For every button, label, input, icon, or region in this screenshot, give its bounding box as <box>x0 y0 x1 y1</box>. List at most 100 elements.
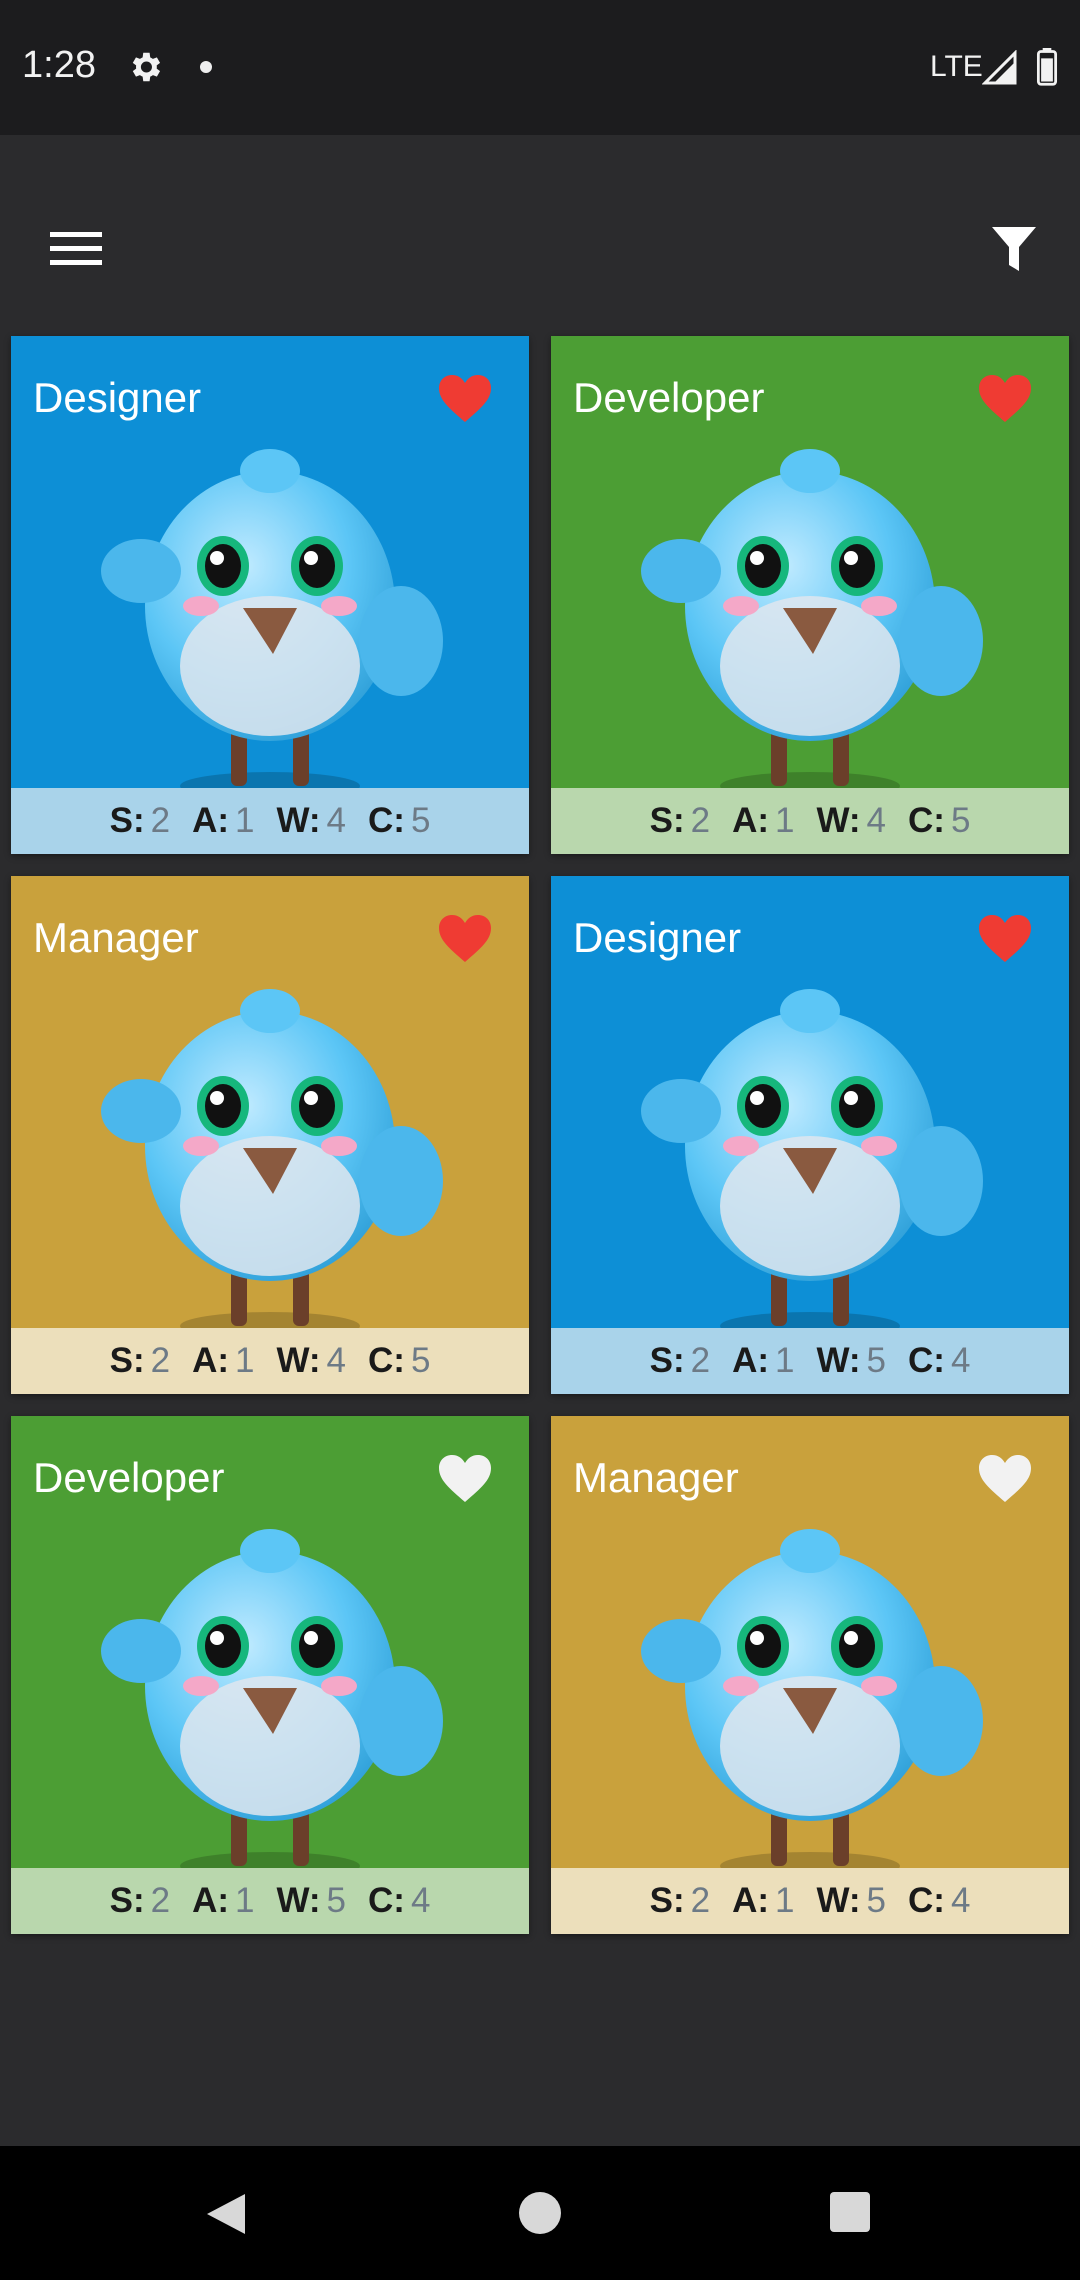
stat-item: W: 5 <box>816 1881 886 1921</box>
stat-label: C: <box>368 801 405 840</box>
stat-label: A: <box>192 1341 229 1380</box>
stat-label: A: <box>732 801 769 840</box>
network-type: LTE <box>930 50 983 83</box>
stat-item: S: 2 <box>110 1881 170 1921</box>
stat-item: S: 2 <box>650 1881 710 1921</box>
character-card[interactable]: Designer S: 2 A: 1 W: 5 C: 4 <box>551 876 1069 1394</box>
stat-label: W: <box>276 801 321 840</box>
character-grid: Designer S: 2 A: 1 W: 4 C: 5 Developer S: 2 A: 1 W:… <box>11 336 1069 1934</box>
stat-item: C: 5 <box>908 801 970 841</box>
signal-icon <box>982 50 1017 85</box>
favorite-heart-icon[interactable] <box>437 1454 493 1504</box>
character-card[interactable]: Designer S: 2 A: 1 W: 4 C: 5 <box>11 336 529 854</box>
stat-value: 2 <box>690 801 711 840</box>
favorite-heart-icon[interactable] <box>437 914 493 964</box>
menu-icon[interactable] <box>50 230 102 268</box>
filter-icon[interactable] <box>990 225 1038 275</box>
stat-label: W: <box>816 801 861 840</box>
character-card[interactable]: Developer S: 2 A: 1 W: 4 C: 5 <box>551 336 1069 854</box>
stat-item: A: 1 <box>192 1341 254 1381</box>
card-title: Developer <box>573 374 765 421</box>
stat-item: S: 2 <box>110 1341 170 1381</box>
stat-label: W: <box>816 1881 861 1920</box>
stat-label: S: <box>109 1881 145 1920</box>
character-card[interactable]: Developer S: 2 A: 1 W: 5 C: 4 <box>11 1416 529 1934</box>
card-title: Designer <box>573 914 742 961</box>
stat-value: 1 <box>235 1881 255 1920</box>
stats-band: S: 2 A: 1 W: 4 C: 5 <box>11 1328 529 1394</box>
character-card[interactable]: Manager S: 2 A: 1 W: 5 C: 4 <box>551 1416 1069 1934</box>
stat-label: C: <box>368 1881 405 1920</box>
favorite-heart-icon[interactable] <box>437 374 493 424</box>
card-title: Manager <box>573 1454 739 1501</box>
stat-item: S: 2 <box>110 801 170 841</box>
stat-item: A: 1 <box>732 1881 794 1921</box>
stat-item: A: 1 <box>732 801 794 841</box>
stat-value: 5 <box>410 1341 431 1380</box>
stat-item: C: 4 <box>908 1341 970 1381</box>
favorite-heart-icon[interactable] <box>977 914 1033 964</box>
stat-label: S: <box>109 801 145 840</box>
stats-band: S: 2 A: 1 W: 5 C: 4 <box>11 1868 529 1934</box>
card-title: Designer <box>33 374 202 421</box>
stat-value: 5 <box>866 1881 886 1920</box>
stat-item: C: 4 <box>368 1881 430 1921</box>
app-bar <box>0 170 1080 325</box>
stat-value: 5 <box>410 801 431 840</box>
stat-value: 2 <box>690 1881 711 1920</box>
stat-value: 5 <box>950 801 971 840</box>
stats-band: S: 2 A: 1 W: 4 C: 5 <box>551 788 1069 854</box>
character-card[interactable]: Manager S: 2 A: 1 W: 4 C: 5 <box>11 876 529 1394</box>
stat-label: W: <box>816 1341 861 1380</box>
status-bar: 1:28 LTE <box>0 0 1080 135</box>
stat-value: 1 <box>235 801 255 840</box>
stat-value: 2 <box>150 1341 171 1380</box>
stat-label: A: <box>192 801 229 840</box>
stat-item: S: 2 <box>650 801 710 841</box>
stat-value: 2 <box>150 801 171 840</box>
stat-value: 1 <box>775 1881 795 1920</box>
gear-icon <box>132 52 161 82</box>
stat-value: 5 <box>326 1881 346 1920</box>
stat-item: A: 1 <box>192 801 254 841</box>
stat-label: S: <box>649 801 685 840</box>
stat-value: 5 <box>866 1341 886 1380</box>
stat-label: C: <box>908 1341 945 1380</box>
stat-value: 1 <box>775 801 795 840</box>
stat-label: S: <box>649 1881 685 1920</box>
stat-item: W: 5 <box>276 1881 346 1921</box>
stat-label: A: <box>732 1341 769 1380</box>
stat-item: C: 4 <box>908 1881 970 1921</box>
stat-item: S: 2 <box>650 1341 710 1381</box>
stat-label: C: <box>908 1881 945 1920</box>
stat-item: A: 1 <box>732 1341 794 1381</box>
notification-dot-icon <box>200 61 212 73</box>
stats-band: S: 2 A: 1 W: 4 C: 5 <box>11 788 529 854</box>
navigation-bar <box>0 2146 1080 2280</box>
card-title: Developer <box>33 1454 225 1501</box>
stat-value: 2 <box>690 1341 711 1380</box>
recents-icon[interactable] <box>830 2192 870 2232</box>
status-time: 1:28 <box>22 44 96 86</box>
favorite-heart-icon[interactable] <box>977 374 1033 424</box>
home-icon[interactable] <box>519 2192 561 2234</box>
stat-item: A: 1 <box>192 1881 254 1921</box>
stat-label: W: <box>276 1341 321 1380</box>
stat-value: 4 <box>410 1881 431 1920</box>
stat-label: C: <box>908 801 945 840</box>
stat-item: W: 4 <box>276 801 346 841</box>
stat-label: C: <box>368 1341 405 1380</box>
stat-value: 4 <box>326 1341 346 1380</box>
stat-value: 1 <box>235 1341 255 1380</box>
stat-value: 1 <box>775 1341 795 1380</box>
stat-item: W: 4 <box>276 1341 346 1381</box>
stat-value: 4 <box>950 1341 971 1380</box>
stat-value: 2 <box>150 1881 171 1920</box>
card-title: Manager <box>33 914 199 961</box>
stat-item: C: 5 <box>368 1341 430 1381</box>
favorite-heart-icon[interactable] <box>977 1454 1033 1504</box>
stat-item: C: 5 <box>368 801 430 841</box>
stats-band: S: 2 A: 1 W: 5 C: 4 <box>551 1868 1069 1934</box>
back-icon[interactable] <box>205 2192 247 2236</box>
stat-label: S: <box>649 1341 685 1380</box>
